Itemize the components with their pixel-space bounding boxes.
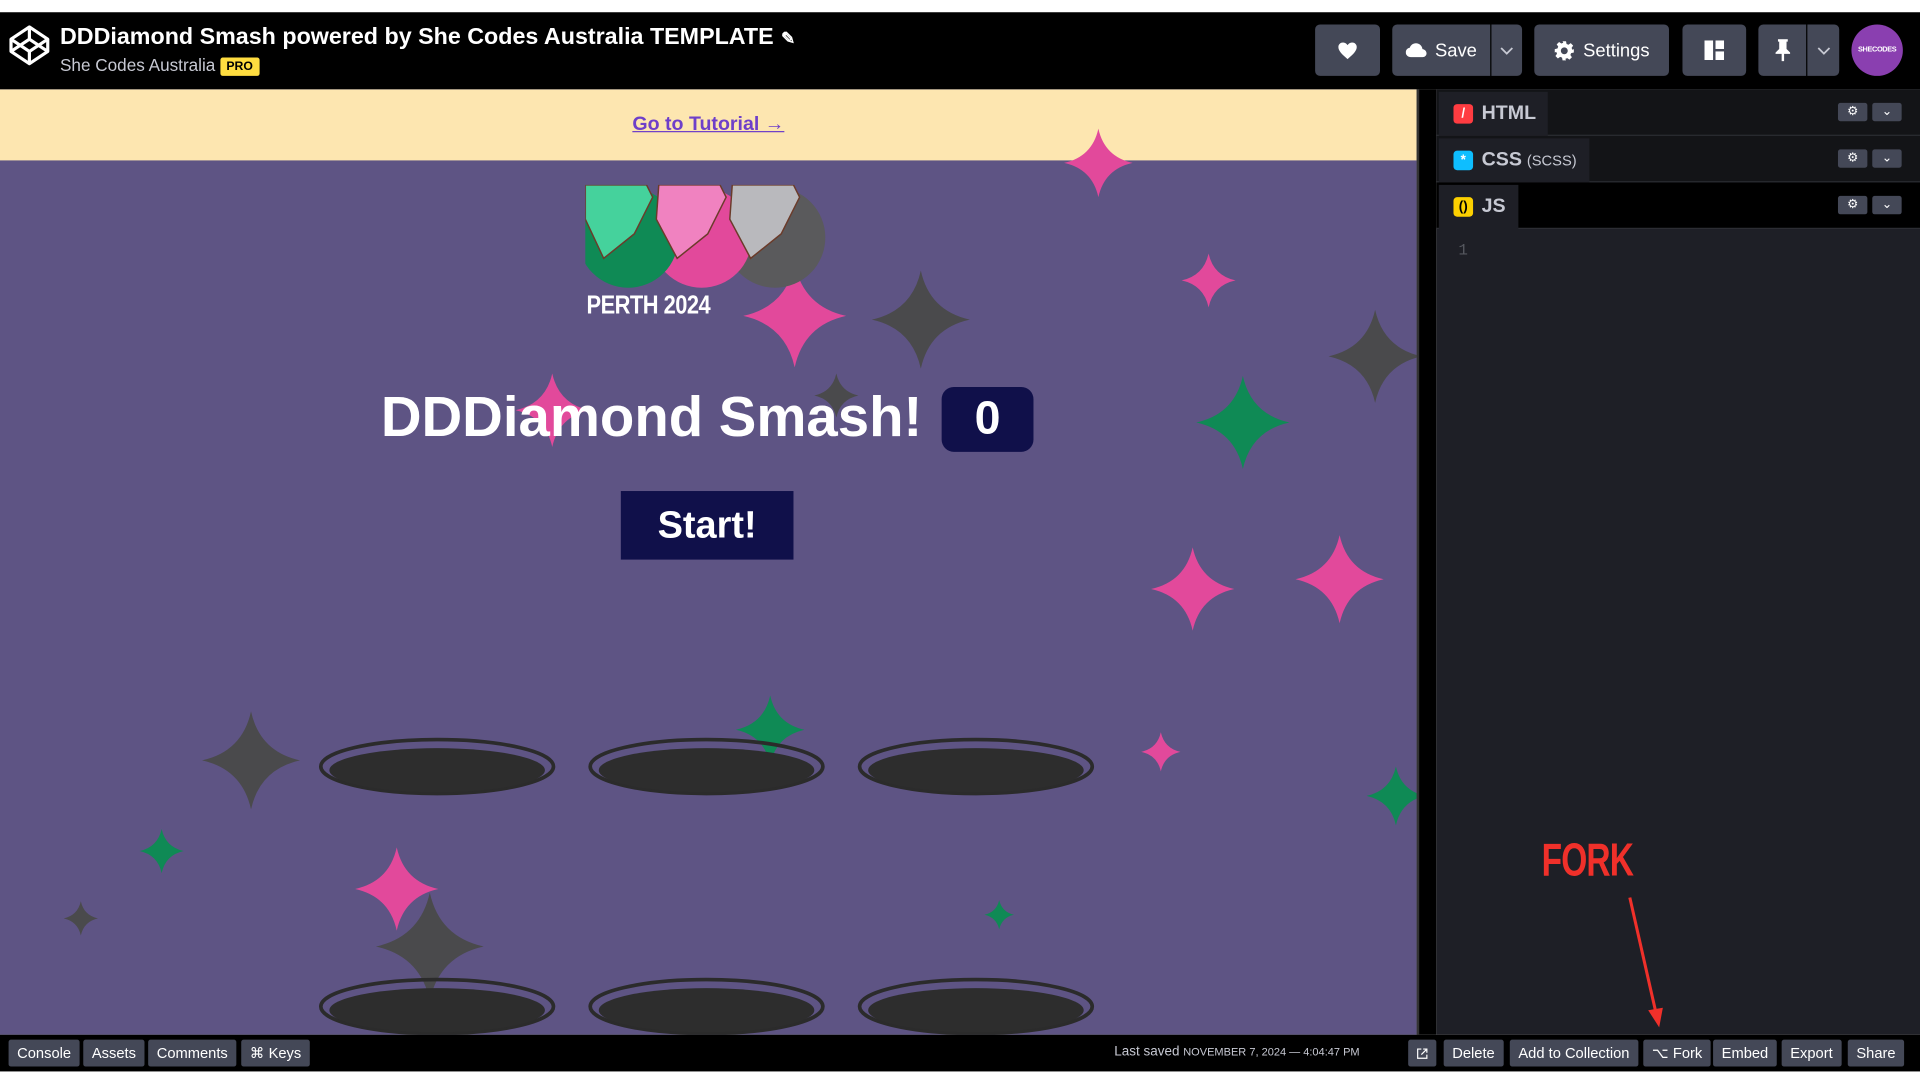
tab-label: CSS xyxy=(1481,149,1522,171)
chevron-down-icon[interactable]: ⌄ xyxy=(1872,102,1902,122)
gear-icon xyxy=(1554,40,1574,60)
mole-hole[interactable] xyxy=(588,976,826,1035)
editor-panel: / HTML ⚙ ⌄ * CSS (SCSS) ⚙ ⌄ () JS ⚙ ⌄ 1 xyxy=(1436,89,1920,1035)
gear-icon[interactable]: ⚙ xyxy=(1837,102,1868,122)
html-pane-header[interactable]: / HTML ⚙ ⌄ xyxy=(1436,89,1920,136)
share-button[interactable]: Share xyxy=(1847,1039,1905,1067)
sparkle-shape xyxy=(139,828,184,874)
codepen-logo-icon[interactable] xyxy=(7,23,51,67)
embed-button[interactable]: Embed xyxy=(1713,1039,1777,1067)
heart-button[interactable] xyxy=(1315,24,1381,76)
pen-owner[interactable]: She Codes Australia PRO xyxy=(60,55,260,76)
sparkle-shape xyxy=(202,711,301,810)
last-saved-status: Last saved NOVEMBER 7, 2024 — 4:04:47 PM xyxy=(1114,1044,1360,1060)
css-pane-header[interactable]: * CSS (SCSS) ⚙ ⌄ xyxy=(1436,135,1920,183)
resize-handle[interactable] xyxy=(1416,89,1437,1035)
cloud-icon xyxy=(1405,43,1427,58)
event-label: PERTH 2024 xyxy=(586,291,711,320)
tab-label: JS xyxy=(1481,195,1506,217)
sparkle-shape xyxy=(1151,547,1235,631)
top-header: DDDiamond Smash powered by She Codes Aus… xyxy=(0,12,1920,90)
score-counter: 0 xyxy=(941,386,1034,452)
sparkle-shape xyxy=(1295,535,1384,624)
settings-button[interactable]: Settings xyxy=(1534,24,1669,76)
mole-hole[interactable] xyxy=(318,976,556,1035)
console-button[interactable]: Console xyxy=(8,1039,80,1067)
line-number: 1 xyxy=(1458,241,1468,260)
tab-css[interactable]: * CSS (SCSS) xyxy=(1438,138,1589,183)
chevron-down-icon xyxy=(1817,46,1830,55)
user-avatar[interactable]: SHECODES xyxy=(1851,24,1903,76)
pro-badge: PRO xyxy=(220,57,260,76)
sparkle-shape xyxy=(984,900,1014,930)
open-external-button[interactable] xyxy=(1408,1039,1437,1067)
change-view-button[interactable] xyxy=(1682,24,1747,76)
sparkle-shape xyxy=(1181,253,1236,308)
mole-hole[interactable] xyxy=(857,976,1095,1035)
chevron-down-icon[interactable]: ⌄ xyxy=(1872,149,1902,168)
sparkle-shape xyxy=(1366,766,1417,826)
js-pane-header[interactable]: () JS ⚙ ⌄ xyxy=(1436,182,1920,229)
sparkle-shape xyxy=(1328,309,1417,403)
gear-icon[interactable]: ⚙ xyxy=(1837,195,1868,215)
sparkle-shape xyxy=(871,270,970,369)
delete-button[interactable]: Delete xyxy=(1443,1039,1504,1067)
preview-pane: Go to Tutorial → PERTH 2024 DDDiamond Sm… xyxy=(0,89,1417,1035)
export-button[interactable]: Export xyxy=(1781,1039,1842,1067)
save-label: Save xyxy=(1434,39,1477,61)
assets-button[interactable]: Assets xyxy=(83,1039,145,1067)
comments-button[interactable]: Comments xyxy=(148,1039,237,1067)
game-title: DDDiamond Smash! xyxy=(380,384,923,449)
edit-pencil-icon[interactable]: ✎ xyxy=(781,28,795,48)
fork-button[interactable]: ⌥ Fork xyxy=(1643,1039,1711,1067)
chevron-down-icon xyxy=(1500,46,1513,55)
external-link-icon xyxy=(1417,1047,1428,1059)
mole-hole[interactable] xyxy=(588,736,826,797)
bottom-toolbar: Console Assets Comments ⌘ Keys Last save… xyxy=(0,1034,1920,1072)
heart-icon xyxy=(1338,41,1357,59)
tab-label: HTML xyxy=(1481,102,1537,124)
sparkle-shape xyxy=(1196,375,1290,469)
sparkle-shape xyxy=(63,901,98,936)
layout-icon xyxy=(1704,40,1725,61)
fork-annotation: FORK xyxy=(1541,835,1634,887)
pin-dropdown-button[interactable] xyxy=(1807,24,1840,76)
tab-html[interactable]: / HTML xyxy=(1438,91,1549,136)
tab-sublabel: (SCSS) xyxy=(1526,151,1577,169)
html-icon: / xyxy=(1453,104,1474,124)
sparkle-shape xyxy=(1141,732,1181,772)
pin-icon xyxy=(1774,39,1790,62)
pen-title[interactable]: DDDiamond Smash powered by She Codes Aus… xyxy=(60,24,795,51)
mole-hole[interactable] xyxy=(318,736,556,797)
mole-hole[interactable] xyxy=(857,736,1095,797)
js-icon: () xyxy=(1453,197,1474,217)
chevron-down-icon[interactable]: ⌄ xyxy=(1872,195,1902,215)
keys-button[interactable]: ⌘ Keys xyxy=(241,1039,310,1067)
pin-button[interactable] xyxy=(1758,24,1807,76)
settings-label: Settings xyxy=(1583,39,1650,61)
start-button[interactable]: Start! xyxy=(620,491,794,560)
gear-icon[interactable]: ⚙ xyxy=(1837,149,1868,168)
sparkle-shape xyxy=(1064,128,1133,198)
css-icon: * xyxy=(1453,150,1474,171)
save-dropdown-button[interactable] xyxy=(1491,24,1523,76)
tab-js[interactable]: () JS xyxy=(1438,184,1518,229)
save-button[interactable]: Save xyxy=(1392,24,1491,76)
annotation-arrow xyxy=(1628,897,1663,1028)
add-to-collection-button[interactable]: Add to Collection xyxy=(1509,1039,1639,1067)
